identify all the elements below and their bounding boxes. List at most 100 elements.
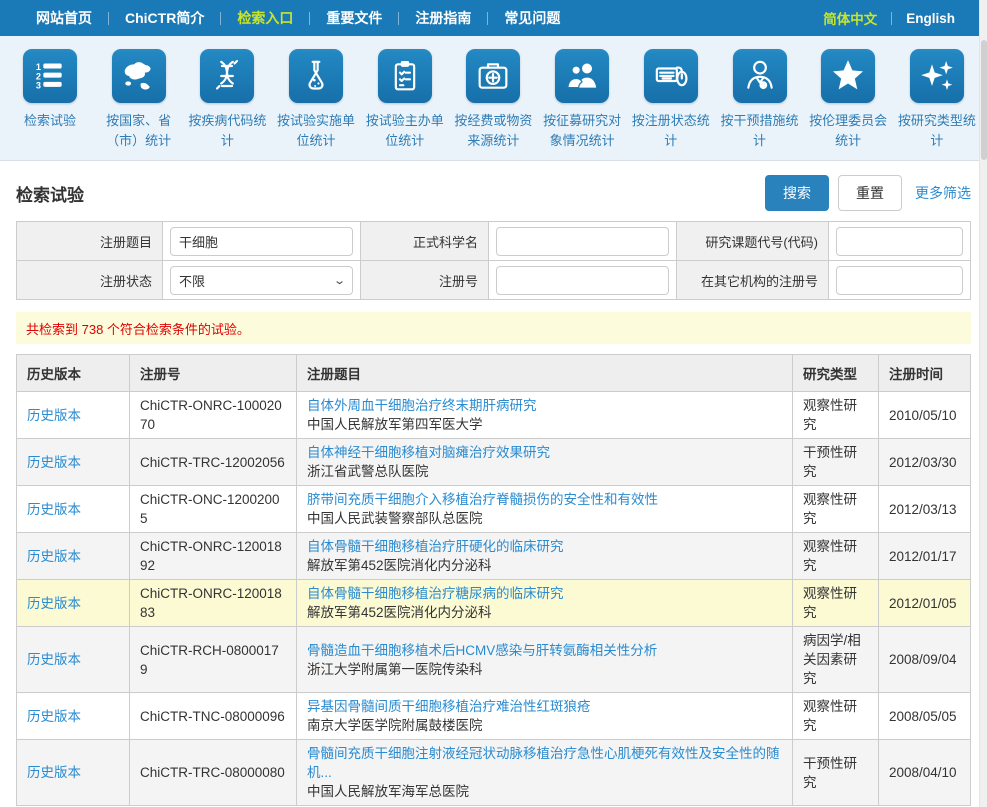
toolbar-item-label: 按征募研究对象情况统计 xyxy=(538,111,626,151)
history-version-link[interactable]: 历史版本 xyxy=(27,549,81,564)
trial-organization: 中国人民武装警察部队总医院 xyxy=(307,509,782,528)
registration-number: ChiCTR-RCH-08000179 xyxy=(130,627,297,693)
registration-number: ChiCTR-ONRC-12001883 xyxy=(130,580,297,627)
history-version-link[interactable]: 历史版本 xyxy=(27,765,81,780)
chevron-down-icon: ⌄ xyxy=(333,274,346,287)
registration-title-input[interactable] xyxy=(170,227,353,256)
keyboard-mouse-icon xyxy=(644,49,698,103)
registration-status-select[interactable]: 不限 ⌄ xyxy=(170,266,353,295)
other-registry-number-input[interactable] xyxy=(836,266,963,295)
registration-date: 2012/01/05 xyxy=(879,580,971,627)
world-map-icon xyxy=(112,49,166,103)
scientific-name-input[interactable] xyxy=(496,227,669,256)
nav-item-about[interactable]: ChiCTR简介 xyxy=(109,8,220,28)
toolbar-item-by-sponsor-unit[interactable]: 按试验主办单位统计 xyxy=(361,49,449,151)
trial-title-link[interactable]: 骨髓间充质干细胞注射液经冠状动脉移植治疗急性心肌梗死有效性及安全性的随机... xyxy=(307,746,780,780)
history-version-link[interactable]: 历史版本 xyxy=(27,596,81,611)
field-label-other-registry-number: 在其它机构的注册号 xyxy=(677,261,829,300)
selected-option: 不限 xyxy=(179,271,205,290)
trial-organization: 解放军第452医院消化内分泌科 xyxy=(307,603,782,622)
history-version-link[interactable]: 历史版本 xyxy=(27,502,81,517)
registration-number: ChiCTR-ONRC-12001892 xyxy=(130,533,297,580)
toolbar-item-by-intervention[interactable]: 按干预措施统计 xyxy=(716,49,804,151)
table-row: 历史版本 ChiCTR-TRC-08000080 骨髓间充质干细胞注射液经冠状动… xyxy=(17,740,971,806)
reset-button[interactable]: 重置 xyxy=(838,175,902,211)
trial-title-link[interactable]: 骨髓造血干细胞移植术后HCMV感染与肝转氨酶相关性分析 xyxy=(307,643,657,658)
toolbar-item-by-recruitment-status[interactable]: 按征募研究对象情况统计 xyxy=(538,49,626,151)
field-label-project-code: 研究课题代号(代码) xyxy=(677,222,829,261)
trial-title-link[interactable]: 自体外周血干细胞治疗终末期肝病研究 xyxy=(307,398,537,413)
table-row: 历史版本 ChiCTR-ONRC-12001892 自体骨髓干细胞移植治疗肝硬化… xyxy=(17,533,971,580)
project-code-input[interactable] xyxy=(836,227,963,256)
main-content: 检索试验 搜索 重置 更多筛选 注册题目 正式科学名 研究课题代号(代码) 注册… xyxy=(0,161,987,807)
page-title: 检索试验 xyxy=(16,181,84,206)
registration-date: 2008/05/05 xyxy=(879,693,971,740)
registration-date: 2012/03/30 xyxy=(879,439,971,486)
study-type: 观察性研究 xyxy=(793,392,879,439)
toolbar-item-label: 按国家、省（市）统计 xyxy=(95,111,183,151)
nav-item-search-entry[interactable]: 检索入口 xyxy=(221,8,309,28)
trial-title-link[interactable]: 自体骨髓干细胞移植治疗肝硬化的临床研究 xyxy=(307,539,564,554)
column-header-title: 注册题目 xyxy=(297,355,793,392)
study-type: 病因学/相关因素研究 xyxy=(793,627,879,693)
navbar-menu: 网站首页 ChiCTR简介 检索入口 重要文件 注册指南 常见问题 xyxy=(20,8,576,28)
toolbar-item-by-implementing-unit[interactable]: 按试验实施单位统计 xyxy=(272,49,360,151)
dna-icon xyxy=(200,49,254,103)
trial-organization: 中国人民解放军海军总医院 xyxy=(307,782,782,801)
nav-item-home[interactable]: 网站首页 xyxy=(20,8,108,28)
history-version-link[interactable]: 历史版本 xyxy=(27,709,81,724)
study-type: 干预性研究 xyxy=(793,439,879,486)
search-button[interactable]: 搜索 xyxy=(765,175,829,211)
study-type: 干预性研究 xyxy=(793,740,879,806)
toolbar-item-by-country[interactable]: 按国家、省（市）统计 xyxy=(95,49,183,151)
trial-organization: 南京大学医学院附属鼓楼医院 xyxy=(307,716,782,735)
more-filters-link[interactable]: 更多筛选 xyxy=(915,183,971,203)
trial-title-link[interactable]: 脐带间充质干细胞介入移植治疗脊髓损伤的安全性和有效性 xyxy=(307,492,658,507)
toolbar-item-label: 按研究类型统计 xyxy=(893,111,981,151)
trial-title-link[interactable]: 自体神经干细胞移植对脑瘫治疗效果研究 xyxy=(307,445,550,460)
numbered-list-icon: 123 xyxy=(23,49,77,103)
toolbar-item-search-trials[interactable]: 123 检索试验 xyxy=(6,49,94,151)
toolbar-item-label: 按伦理委员会统计 xyxy=(804,111,892,151)
nav-item-documents[interactable]: 重要文件 xyxy=(310,8,398,28)
toolbar-item-label: 检索试验 xyxy=(24,111,76,131)
result-count-message: 共检索到 738 个符合检索条件的试验。 xyxy=(16,312,971,344)
field-label-registration-status: 注册状态 xyxy=(17,261,163,300)
scrollbar-thumb[interactable] xyxy=(981,40,987,160)
table-row: 历史版本 ChiCTR-ONRC-10002070 自体外周血干细胞治疗终末期肝… xyxy=(17,392,971,439)
registration-number: ChiCTR-ONRC-10002070 xyxy=(130,392,297,439)
history-version-link[interactable]: 历史版本 xyxy=(27,455,81,470)
study-type: 观察性研究 xyxy=(793,486,879,533)
trial-title-link[interactable]: 自体骨髓干细胞移植治疗糖尿病的临床研究 xyxy=(307,586,564,601)
nav-item-faq[interactable]: 常见问题 xyxy=(488,8,576,28)
vertical-scrollbar[interactable] xyxy=(979,0,987,807)
clipboard-icon xyxy=(378,49,432,103)
table-row: 历史版本 ChiCTR-TRC-12002056 自体神经干细胞移植对脑瘫治疗效… xyxy=(17,439,971,486)
toolbar-item-label: 按疾病代码统计 xyxy=(183,111,271,151)
registration-number-input[interactable] xyxy=(496,266,669,295)
history-version-link[interactable]: 历史版本 xyxy=(27,652,81,667)
nav-item-guide[interactable]: 注册指南 xyxy=(399,8,487,28)
registration-number: ChiCTR-TRC-12002056 xyxy=(130,439,297,486)
toolbar-item-by-registration-status[interactable]: 按注册状态统计 xyxy=(627,49,715,151)
toolbar-item-by-funding-source[interactable]: 按经费或物资来源统计 xyxy=(449,49,537,151)
history-version-link[interactable]: 历史版本 xyxy=(27,408,81,423)
table-row: 历史版本 ChiCTR-ONC-12002005 脐带间充质干细胞介入移植治疗脊… xyxy=(17,486,971,533)
toolbar-item-by-study-type[interactable]: 按研究类型统计 xyxy=(893,49,981,151)
language-switch: 简体中文 English xyxy=(809,8,969,28)
lang-chinese[interactable]: 简体中文 xyxy=(809,8,891,28)
medical-kit-icon xyxy=(466,49,520,103)
lang-english[interactable]: English xyxy=(892,11,969,26)
column-header-study-type: 研究类型 xyxy=(793,355,879,392)
column-header-reg-date: 注册时间 xyxy=(879,355,971,392)
trial-title-link[interactable]: 异基因骨髓间质干细胞移植治疗难治性红斑狼疮 xyxy=(307,699,591,714)
toolbar-item-by-disease-code[interactable]: 按疾病代码统计 xyxy=(183,49,271,151)
results-table: 历史版本 注册号 注册题目 研究类型 注册时间 历史版本 ChiCTR-ONRC… xyxy=(16,354,971,806)
trial-organization: 浙江大学附属第一医院传染科 xyxy=(307,660,782,679)
column-header-reg-number: 注册号 xyxy=(130,355,297,392)
registration-number: ChiCTR-TRC-08000080 xyxy=(130,740,297,806)
registration-number: ChiCTR-TNC-08000096 xyxy=(130,693,297,740)
toolbar-item-by-ethics-committee[interactable]: 按伦理委员会统计 xyxy=(804,49,892,151)
trial-organization: 解放军第452医院消化内分泌科 xyxy=(307,556,782,575)
flask-icon xyxy=(289,49,343,103)
